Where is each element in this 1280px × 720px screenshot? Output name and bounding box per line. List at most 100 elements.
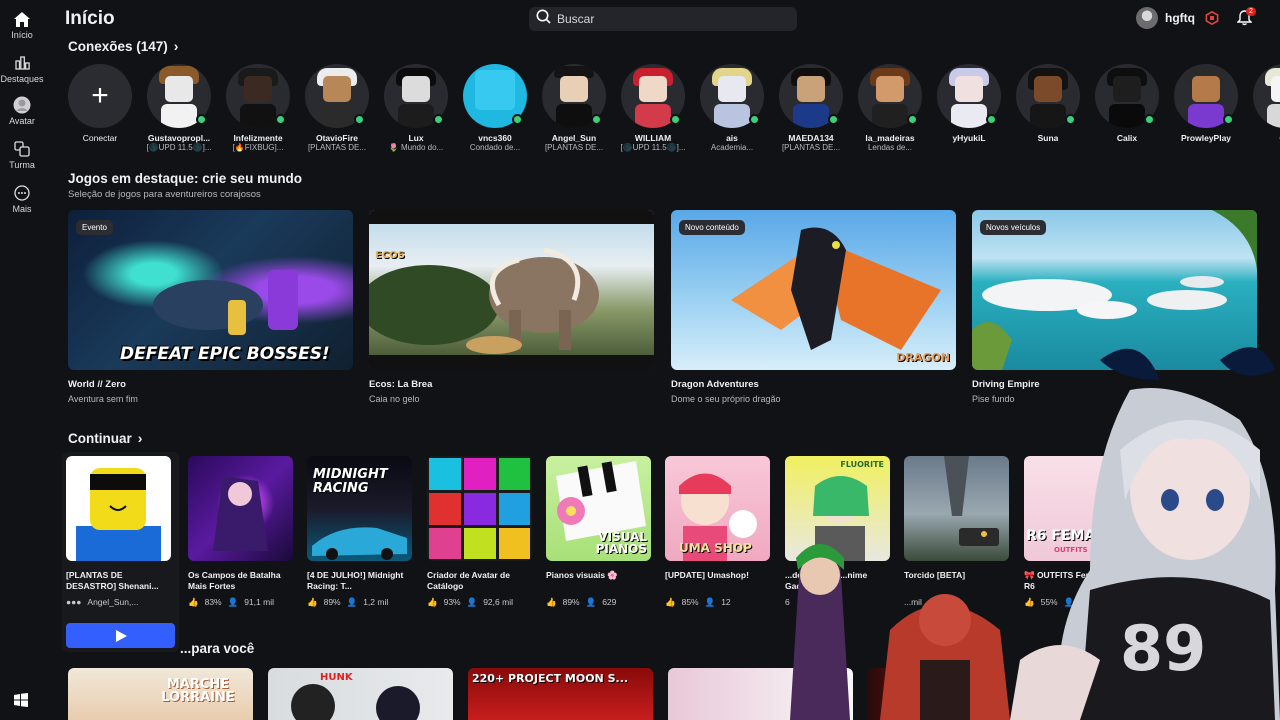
connection-item[interactable]: ProwleyPlay — [1167, 64, 1245, 143]
play-icon — [115, 629, 127, 642]
connection-status: 🌷 Mundo do... — [388, 143, 444, 152]
game-thumbnail: UMA SHOP — [665, 456, 770, 561]
section-heading: Continuar — [68, 430, 132, 446]
game-art — [153, 270, 298, 335]
continue-card[interactable]: Os Campos de Batalha Mais Fortes 👍 83% 👤 9… — [188, 456, 293, 608]
thumbs-up-icon: 👍 — [427, 597, 438, 607]
recommended-card[interactable]: HUNK — [268, 668, 453, 720]
game-art — [291, 684, 420, 720]
event-badge: Evento — [76, 220, 113, 235]
game-banner: VISUAL PIANOS — [595, 530, 647, 556]
players-icon: 👤 — [346, 597, 358, 607]
recommended-card[interactable]: MARCHE LORRAINE — [68, 668, 253, 720]
online-indicator — [196, 114, 207, 125]
like-ratio: 85% — [681, 597, 699, 607]
continue-title[interactable]: Continuar › — [68, 430, 142, 446]
featured-title: Jogos em destaque: crie seu mundo — [68, 171, 303, 186]
game-title: World // Zero — [68, 379, 126, 390]
connection-item[interactable]: Calix — [1088, 64, 1166, 143]
nav-home[interactable]: Início — [0, 10, 44, 40]
search-input[interactable] — [557, 12, 777, 26]
players-icon: 👤 — [227, 597, 239, 607]
connection-name: yHyukiL — [952, 133, 986, 143]
new-vehicles-badge: Novos veículos — [980, 220, 1047, 235]
connection-item[interactable]: Infelizmente [🔥FIXBUG]... — [219, 64, 297, 152]
robux-icon[interactable] — [1205, 10, 1219, 26]
game-stats: 👍 89% 👤 629 — [546, 597, 651, 608]
connection-item[interactable]: Gustavopropl... [🌑UPD 11.5🌑]... — [140, 64, 218, 152]
connection-status: [PLANTAS DE... — [544, 143, 604, 152]
featured-card[interactable]: ECOS Ecos: La Brea Caia no gelo — [369, 210, 654, 404]
nav-label: Turma — [9, 160, 35, 170]
game-title: Pianos visuais 🌸 — [546, 570, 619, 580]
thumbs-up-icon: 👍 — [665, 597, 676, 607]
game-title: Os Campos de Batalha Mais Fortes — [188, 570, 281, 591]
continue-card[interactable]: Criador de Avatar de Catálogo 👍 93% 👤 92,6… — [427, 456, 532, 608]
connection-item[interactable]: ais Academia... — [693, 64, 771, 152]
featured-card[interactable]: Evento DEFEAT EPIC BOSSES! World // Zero… — [68, 210, 353, 404]
friend-avatars-icon: ●●● — [66, 597, 82, 607]
connection-name: MAEDA134 — [788, 133, 834, 143]
avatar — [1136, 7, 1158, 29]
continue-card[interactable]: UMA SHOP [UPDATE] Umashop! 👍 85% 👤 12 — [665, 456, 770, 608]
nav-more[interactable]: Mais — [0, 184, 44, 214]
page-title: Início — [65, 8, 115, 29]
play-button[interactable] — [66, 623, 175, 648]
game-banner: DEFEAT EPIC BOSSES! — [120, 344, 330, 364]
user-profile[interactable]: hgftq — [1136, 7, 1195, 29]
game-banner: 220+ PROJECT MOON S... — [472, 672, 629, 685]
game-banner: MARCHE LORRAINE — [161, 677, 235, 705]
game-stats: 👍 83% 👤 91,1 mil — [188, 597, 293, 608]
connection-name: Gustavopropl... — [147, 133, 211, 143]
recommended-title: ...para você — [180, 641, 255, 656]
online-indicator — [749, 114, 760, 125]
nav-label: Avatar — [9, 116, 35, 126]
nav-party[interactable]: Turma — [0, 140, 44, 170]
game-banner: ECOS — [375, 250, 405, 261]
nav-label: Destaques — [0, 74, 44, 84]
windows-icon[interactable] — [13, 692, 31, 710]
connection-item[interactable]: WILLIAM [🌑UPD 11.5🌑]... — [614, 64, 692, 152]
chevron-right-icon: › — [137, 430, 143, 446]
connection-status: Condado de... — [469, 143, 521, 152]
game-art — [312, 527, 407, 560]
continue-card[interactable]: MIDNIGHT RACING [4 DE JULHO!] Midnight R… — [307, 456, 412, 608]
connection-item[interactable]: MAEDA134 [PLANTAS DE... — [772, 64, 850, 152]
connection-name: Lux — [408, 133, 424, 143]
anime-character-overlay: 89 — [790, 347, 1280, 720]
player-count: 91,1 mil — [244, 597, 274, 607]
nav-avatar[interactable]: Avatar — [0, 96, 44, 126]
connection-item[interactable]: Lux 🌷 Mundo do... — [377, 64, 455, 152]
connection-item[interactable]: OtavioFire [PLANTAS DE... — [298, 64, 376, 152]
like-ratio: 93% — [443, 597, 461, 607]
connection-item[interactable]: vncs360 Condado de... — [456, 64, 534, 152]
online-indicator — [1144, 114, 1155, 125]
section-heading: Conexões (147) — [68, 38, 168, 54]
connect-button[interactable]: + Conectar — [66, 64, 139, 143]
connection-item[interactable]: Angel_Sun [PLANTAS DE... — [535, 64, 613, 152]
nav-charts[interactable]: Destaques — [0, 54, 44, 84]
game-thumbnail: ECOS — [369, 210, 654, 370]
connection-item[interactable]: Ge — [1246, 64, 1280, 143]
connection-item[interactable]: yHyukiL — [930, 64, 1008, 143]
game-stats: 👍 85% 👤 12 — [665, 597, 770, 608]
online-indicator — [828, 114, 839, 125]
search-bar[interactable] — [529, 7, 797, 31]
game-stats: 👍 93% 👤 92,6 mil — [427, 597, 532, 608]
notification-badge: 2 — [1246, 7, 1256, 16]
nav-label: Início — [11, 30, 33, 40]
game-title: [4 DE JULHO!] Midnight Racing: T... — [307, 570, 404, 591]
thumbs-up-icon: 👍 — [546, 597, 557, 607]
continue-card[interactable]: [PLANTAS DE DESASTRO] Shenani... ●●● Ang… — [66, 456, 171, 607]
continue-card[interactable]: VISUAL PIANOS Pianos visuais 🌸 👍 89% 👤 629 — [546, 456, 651, 608]
connections-title[interactable]: Conexões (147) › — [68, 38, 178, 54]
game-title: Ecos: La Brea — [369, 379, 433, 390]
connection-name: ais — [726, 133, 738, 143]
connection-item[interactable]: Suna — [1009, 64, 1087, 143]
connection-item[interactable]: la_madeiras Lendas de... — [851, 64, 929, 152]
connection-name: la_madeiras — [865, 133, 915, 143]
players-icon: 👤 — [466, 597, 478, 607]
recommended-card[interactable]: 220+ PROJECT MOON S... — [468, 668, 653, 720]
thumbs-up-icon: 👍 — [188, 597, 199, 607]
connection-status: [PLANTAS DE... — [781, 143, 841, 152]
